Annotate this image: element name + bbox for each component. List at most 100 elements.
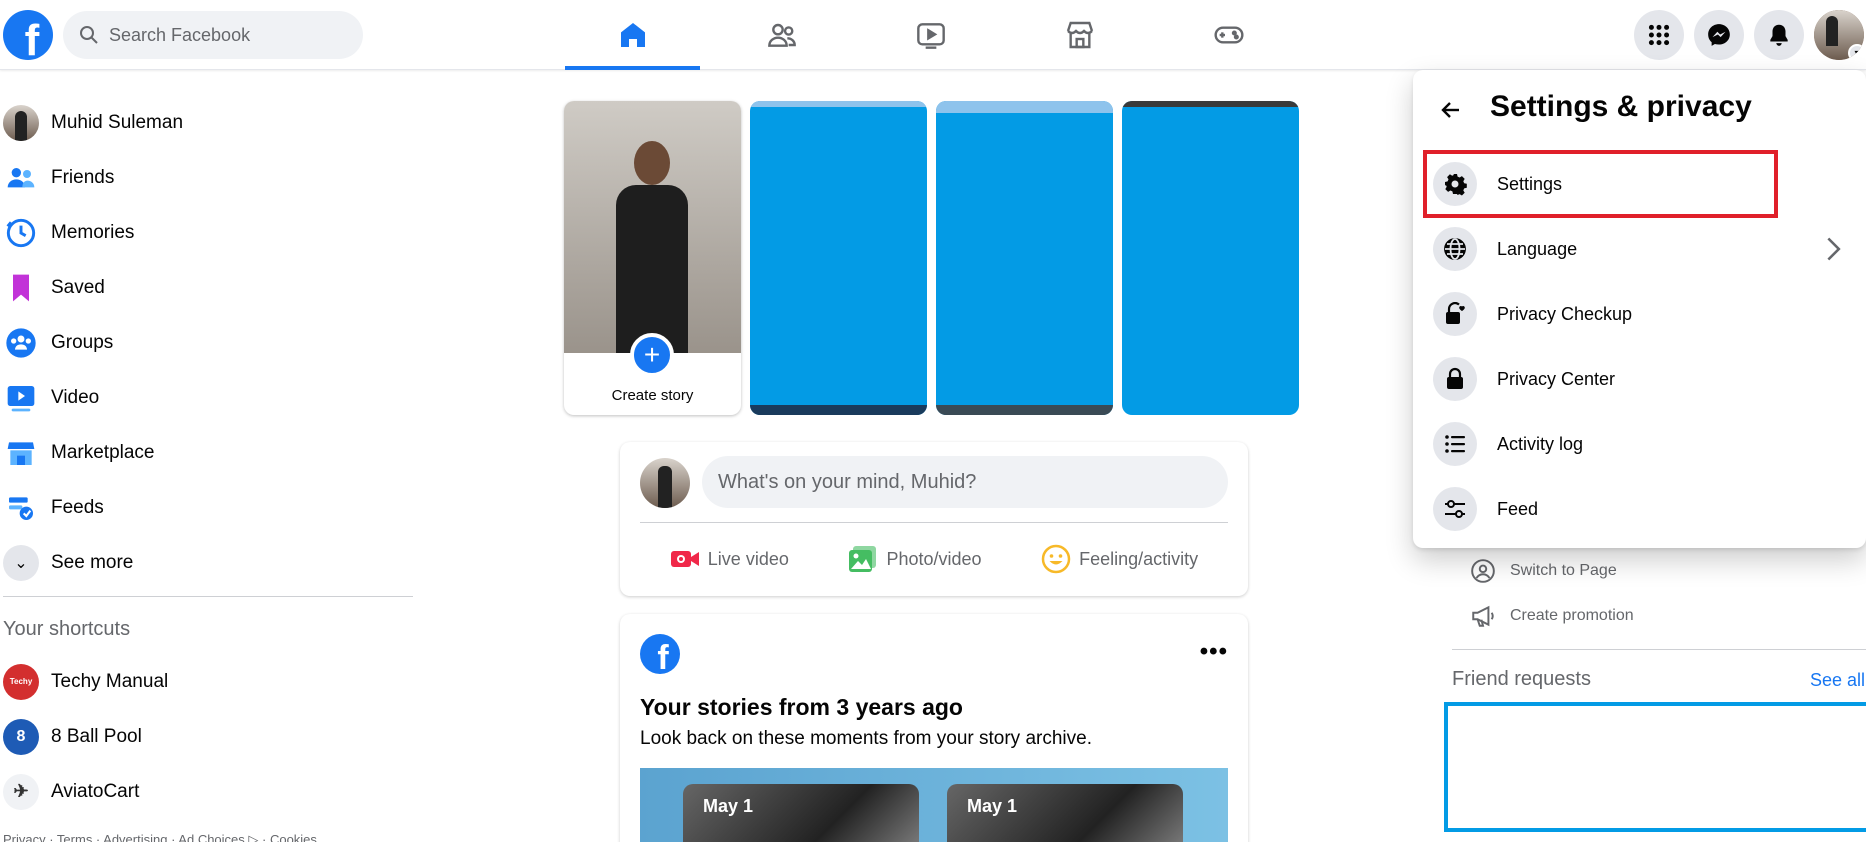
sidebar-item-label: See more [51, 551, 134, 573]
memories-icon [6, 218, 36, 247]
right-divider [1452, 649, 1866, 650]
lock-heart-icon [1446, 302, 1465, 324]
menu-item-language[interactable]: Language [1433, 223, 1853, 275]
settings-privacy-menu: Settings & privacy Settings Language Pri… [1413, 70, 1866, 548]
memory-thumbnail[interactable]: May 1 [947, 784, 1183, 842]
tab-gaming[interactable] [1161, 0, 1296, 70]
marketplace-icon [1066, 21, 1093, 49]
story-profile-photo [564, 101, 741, 353]
friend-requests-heading: Friend requests [1452, 668, 1591, 690]
memory-title: Your stories from 3 years ago [640, 694, 963, 720]
memory-subtitle: Look back on these moments from your sto… [640, 728, 1092, 749]
story-card[interactable] [750, 101, 927, 415]
photo-video-button[interactable]: Photo/video [848, 544, 982, 574]
facebook-logo[interactable]: f [3, 10, 53, 60]
post-composer: What's on your mind, Muhid? Live video P… [620, 442, 1248, 596]
shortcut-8-ball-pool[interactable]: 8 8 Ball Pool [0, 709, 415, 764]
see-all-link[interactable]: See all [1810, 670, 1865, 691]
tab-watch[interactable] [863, 0, 998, 70]
tab-home[interactable] [565, 0, 700, 70]
composer-avatar[interactable] [640, 458, 690, 508]
menu-item-settings[interactable]: Settings [1433, 158, 1853, 210]
feeds-icon [9, 496, 33, 520]
list-icon [1445, 435, 1465, 453]
sidebar-item-friends[interactable]: Friends [0, 150, 415, 205]
more-options-icon[interactable]: ••• [1200, 638, 1228, 666]
composer-divider [640, 522, 1228, 523]
back-arrow-icon [1441, 102, 1459, 118]
techy-manual-icon: Techy [3, 663, 39, 700]
video-icon [7, 385, 35, 411]
messenger-icon [1708, 24, 1730, 46]
search-box[interactable] [63, 11, 363, 59]
live-video-button[interactable]: Live video [670, 544, 789, 574]
shortcuts-heading: Your shortcuts [3, 618, 131, 640]
menu-item-feed[interactable]: Feed [1433, 483, 1853, 535]
sidebar-item-label: Muhid Suleman [51, 111, 184, 133]
menu-item-privacy-checkup[interactable]: Privacy Checkup [1433, 288, 1853, 340]
memories-post-card: f ••• Your stories from 3 years ago Look… [620, 614, 1248, 842]
facebook-logo: f [640, 634, 680, 674]
create-story-card[interactable]: + Create story [564, 101, 741, 415]
whats-on-your-mind-input[interactable]: What's on your mind, Muhid? [702, 456, 1228, 508]
search-input[interactable] [109, 24, 329, 46]
sidebar-item-feeds[interactable]: Feeds [0, 480, 415, 535]
menu-item-privacy-center[interactable]: Privacy Center [1433, 353, 1853, 405]
shortcut-techy-manual[interactable]: Techy Techy Manual [0, 654, 415, 709]
megaphone-icon [1472, 605, 1494, 627]
sidebar-item-label: Memories [51, 221, 135, 243]
menu-item-label: Settings [1497, 173, 1563, 194]
top-navigation-bar: f ▾ [0, 0, 1866, 70]
story-card[interactable] [1122, 101, 1299, 415]
sidebar-footer-links[interactable]: Privacy · Terms · Advertising · Ad Choic… [3, 832, 317, 842]
switch-to-page-link[interactable]: Switch to Page [1470, 558, 1617, 584]
messenger-button[interactable] [1694, 10, 1744, 60]
create-story-label: Create story [611, 387, 694, 404]
menu-title: Settings & privacy [1490, 90, 1752, 123]
menu-item-label: Privacy Checkup [1497, 303, 1633, 324]
marketplace-icon [7, 441, 35, 465]
left-sidebar: Muhid Suleman Friends Memories Saved Gro… [0, 95, 415, 590]
sidebar-item-memories[interactable]: Memories [0, 205, 415, 260]
create-promotion-link[interactable]: Create promotion [1470, 603, 1634, 629]
sidebar-divider [3, 596, 413, 597]
back-button[interactable] [1433, 92, 1469, 128]
tab-friends[interactable] [714, 0, 849, 70]
photo-video-label: Photo/video [886, 548, 982, 569]
watch-icon [916, 23, 945, 49]
menu-item-label: Activity log [1497, 433, 1584, 454]
menu-item-label: Privacy Center [1497, 368, 1616, 389]
sidebar-item-profile[interactable]: Muhid Suleman [0, 95, 415, 150]
menu-button[interactable] [1634, 10, 1684, 60]
sidebar-item-marketplace[interactable]: Marketplace [0, 425, 415, 480]
friends-icon [7, 167, 35, 187]
menu-item-label: Language [1497, 238, 1578, 259]
menu-item-activity-log[interactable]: Activity log [1433, 418, 1853, 470]
stories-row: + Create story [564, 101, 1308, 415]
chevron-down-icon: ⌄ [3, 544, 39, 581]
memory-thumbnail[interactable]: May 1 [683, 784, 919, 842]
sidebar-item-label: Groups [51, 331, 114, 353]
globe-icon [1444, 238, 1466, 260]
sidebar-item-groups[interactable]: Groups [0, 315, 415, 370]
switch-profile-icon [1471, 559, 1495, 583]
aviatocart-icon: ✈ [3, 773, 39, 810]
shortcut-label: AviatoCart [51, 780, 140, 802]
sidebar-item-video[interactable]: Video [0, 370, 415, 425]
groups-icon [6, 327, 36, 358]
sidebar-item-see-more[interactable]: ⌄ See more [0, 535, 415, 590]
header-actions: ▾ [1634, 10, 1866, 60]
notifications-button[interactable] [1754, 10, 1804, 60]
shortcut-label: 8 Ball Pool [51, 725, 142, 747]
search-icon [80, 26, 98, 44]
add-story-icon[interactable]: + [630, 333, 674, 377]
notifications-icon [1770, 24, 1788, 46]
sidebar-item-label: Marketplace [51, 441, 155, 463]
tab-marketplace[interactable] [1012, 0, 1147, 70]
sidebar-item-saved[interactable]: Saved [0, 260, 415, 315]
feeling-activity-button[interactable]: Feeling/activity [1041, 544, 1198, 574]
account-avatar[interactable]: ▾ [1814, 10, 1864, 60]
memory-story-strip: May 1 May 1 [640, 768, 1228, 842]
shortcut-aviatocart[interactable]: ✈ AviatoCart [0, 764, 415, 819]
story-card[interactable] [936, 101, 1113, 415]
